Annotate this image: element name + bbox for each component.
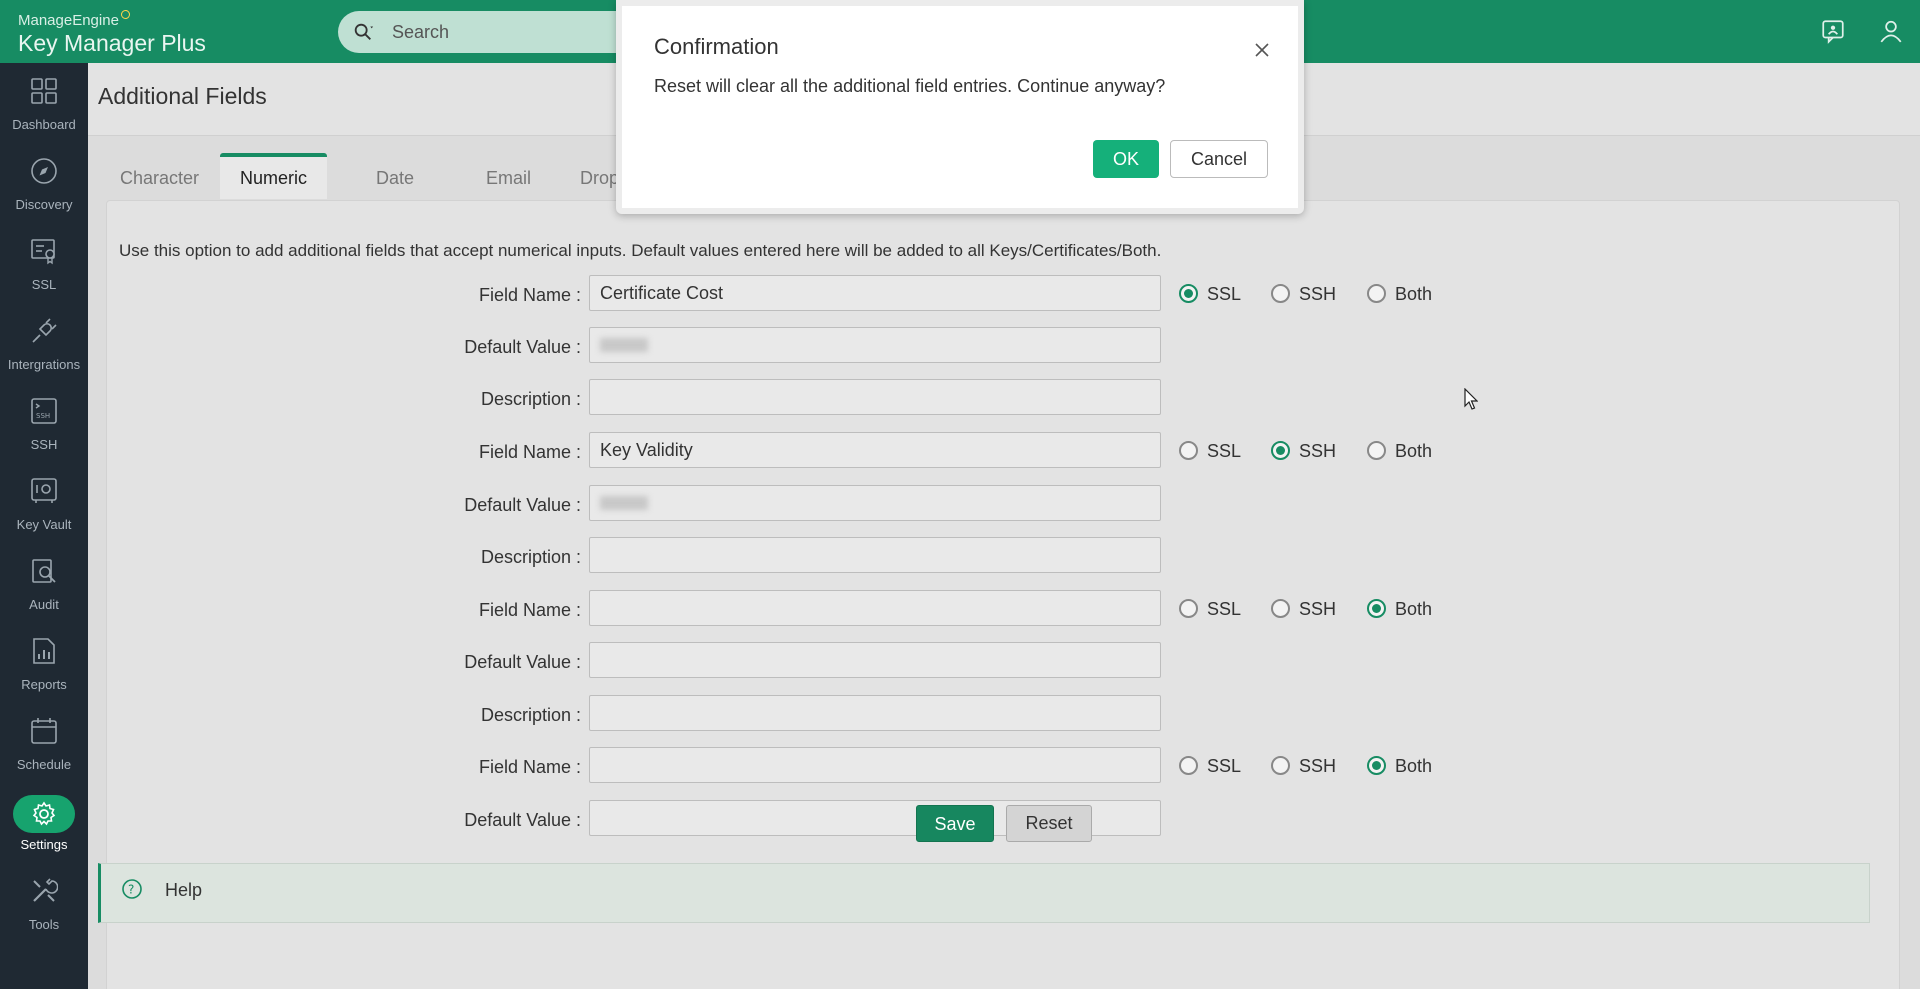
default-value-label: Default Value : — [464, 495, 581, 515]
field-2-default-input[interactable] — [589, 485, 1161, 521]
ok-button[interactable]: OK — [1093, 140, 1159, 178]
sidebar-item-label: Dashboard — [12, 117, 76, 132]
sidebar-item-label: Schedule — [16, 757, 72, 772]
tab-character[interactable]: Character — [100, 153, 219, 199]
user-profile-icon[interactable] — [1878, 18, 1904, 44]
mouse-cursor-icon — [1464, 388, 1478, 410]
field-4-name-row: Field Name : SSL SSH Both — [107, 747, 1507, 785]
field-name-label: Field Name : — [478, 442, 581, 462]
field-1-description-input[interactable] — [589, 379, 1161, 415]
field-4-default-row: Default Value : — [107, 800, 1507, 838]
confirmation-dialog: Confirmation Reset will clear all the ad… — [616, 0, 1304, 214]
field-2-description-row: Description : — [107, 537, 1507, 575]
blurred-value — [600, 496, 648, 510]
sidebar-item-label: Intergrations — [7, 357, 81, 372]
sidebar-item-label: Discovery — [15, 197, 73, 212]
sidebar-item-ssh[interactable]: SSH SSH — [0, 383, 88, 463]
sidebar-item-label: Reports — [21, 677, 67, 692]
vault-icon — [31, 478, 57, 503]
sidebar-item-tools[interactable]: Tools — [0, 863, 88, 943]
default-value-label: Default Value : — [464, 652, 581, 672]
field-3-name-row: Field Name : SSL SSH Both — [107, 590, 1507, 628]
plug-icon — [32, 318, 57, 343]
sidebar-item-settings[interactable]: Settings — [0, 783, 88, 863]
field-1-description-row: Description : — [107, 379, 1507, 417]
field-1-name-input[interactable]: Certificate Cost — [589, 275, 1161, 311]
ssh-terminal-icon: SSH — [31, 398, 57, 424]
reports-icon — [33, 638, 55, 664]
sidebar-item-reports[interactable]: Reports — [0, 623, 88, 703]
svg-text:?: ? — [128, 883, 134, 897]
sidebar-item-audit[interactable]: Audit — [0, 543, 88, 623]
close-icon[interactable] — [1252, 40, 1272, 60]
brand-logo[interactable]: ManageEngine Key Manager Plus — [18, 10, 206, 57]
dialog-message: Reset will clear all the additional fiel… — [654, 76, 1166, 96]
field-3-default-row: Default Value : — [107, 642, 1507, 680]
field-1-default-row: Default Value : — [107, 327, 1507, 365]
sidebar-item-intergrations[interactable]: Intergrations — [0, 303, 88, 383]
audit-icon — [32, 559, 56, 583]
dialog-title: Confirmation — [654, 34, 779, 59]
sidebar-item-label: SSH — [30, 437, 58, 452]
sidebar-item-label: Key Vault — [16, 517, 72, 532]
sidebar-item-label: Tools — [28, 917, 60, 932]
field-name-label: Field Name : — [478, 600, 581, 620]
help-label: Help — [165, 880, 203, 900]
panel-description: Use this option to add additional fields… — [119, 241, 1162, 260]
gear-icon — [32, 801, 56, 826]
field-4-name-input[interactable] — [589, 747, 1161, 783]
reset-button[interactable]: Reset — [1006, 805, 1092, 842]
field-name-label: Field Name : — [478, 757, 581, 777]
search-placeholder: Search — [392, 22, 450, 42]
description-label: Description : — [480, 705, 581, 725]
brand-dot-icon — [120, 10, 130, 19]
field-2-default-row: Default Value : — [107, 485, 1507, 523]
calendar-icon — [31, 718, 57, 744]
feedback-icon[interactable] — [1820, 18, 1846, 44]
sidebar-item-key-vault[interactable]: Key Vault — [0, 463, 88, 543]
compass-icon — [31, 158, 57, 184]
certificate-icon — [31, 239, 55, 265]
sidebar-item-label: Settings — [20, 837, 68, 852]
page-title: Additional Fields — [98, 83, 267, 109]
field-1-name-row: Field Name : Certificate Cost SSL SSH Bo… — [107, 275, 1507, 313]
help-section[interactable]: ? Help — [98, 863, 1870, 923]
field-3-default-input[interactable] — [589, 642, 1161, 678]
field-3-description-input[interactable] — [589, 695, 1161, 731]
search-icon — [354, 23, 374, 40]
brand-company: ManageEngine — [18, 12, 119, 29]
field-3-name-input[interactable] — [589, 590, 1161, 626]
blurred-value — [600, 338, 648, 352]
sidebar-nav: Dashboard Discovery SSL Intergrations SS… — [0, 63, 88, 989]
field-3-description-row: Description : — [107, 695, 1507, 733]
field-2-name-input[interactable]: Key Validity — [589, 432, 1161, 468]
save-button[interactable]: Save — [916, 805, 994, 842]
cancel-button[interactable]: Cancel — [1170, 140, 1268, 178]
tab-email[interactable]: Email — [466, 153, 551, 199]
brand-product: Key Manager Plus — [18, 30, 206, 56]
sidebar-item-label: SSL — [31, 277, 57, 292]
default-value-label: Default Value : — [464, 337, 581, 357]
dashboard-icon — [31, 78, 57, 104]
field-1-default-input[interactable] — [589, 327, 1161, 363]
tools-icon — [33, 878, 58, 902]
description-label: Description : — [480, 547, 581, 567]
tab-numeric[interactable]: Numeric — [220, 153, 328, 199]
sidebar-item-label: Audit — [29, 597, 59, 612]
field-name-label: Field Name : — [478, 285, 581, 305]
default-value-label: Default Value : — [464, 810, 581, 830]
sidebar-item-dashboard[interactable]: Dashboard — [0, 63, 88, 143]
field-2-description-input[interactable] — [589, 537, 1161, 573]
help-icon: ? — [122, 879, 142, 899]
svg-text:SSH: SSH — [36, 412, 50, 420]
field-2-name-row: Field Name : Key Validity SSL SSH Both — [107, 432, 1507, 470]
description-label: Description : — [480, 389, 581, 409]
sidebar-item-ssl[interactable]: SSL — [0, 223, 88, 303]
sidebar-item-schedule[interactable]: Schedule — [0, 703, 88, 783]
tab-date[interactable]: Date — [356, 153, 434, 199]
sidebar-item-discovery[interactable]: Discovery — [0, 143, 88, 223]
